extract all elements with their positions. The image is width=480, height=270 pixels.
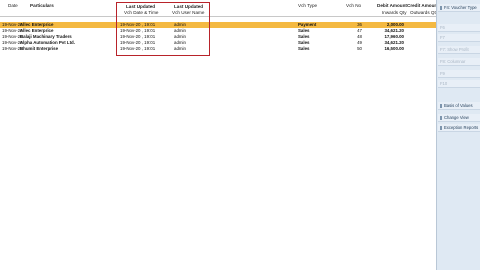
cell-particulars: Balaji Machinary Traders [20, 34, 72, 39]
columnar-button[interactable]: F8: Columnar [438, 58, 480, 66]
table-row[interactable]: 19-Nov-25 Bhumit Enterprise 19-Nov-20 , … [0, 46, 436, 52]
cell-debit: 16,500.00 [384, 46, 404, 51]
header-divider [0, 16, 436, 17]
table-row[interactable]: 19-Nov-20 Alpha Automation Pvt Ltd. 19-N… [0, 40, 436, 46]
f6-label: F6 [440, 25, 445, 30]
cell-particulars: Alpha Automation Pvt Ltd. [20, 40, 75, 45]
f9-label: F9 [440, 71, 445, 76]
cell-vch-no: 50 [357, 46, 362, 51]
cell-debit: 34,621.20 [384, 40, 404, 45]
cell-vch-no: 36 [357, 22, 362, 27]
button-marker-icon [440, 115, 442, 120]
header-inwards-qty: Inwards Qty [382, 10, 407, 15]
cell-particulars: Allec Enterprice [20, 28, 54, 33]
cell-vch-type: Sales [298, 28, 310, 33]
cell-vch-type: Sales [298, 46, 310, 51]
header-vch-no: Vch No [346, 3, 362, 8]
change-view-label: Change View [444, 115, 469, 120]
table-row[interactable]: 19-Nov-20 Balaji Machinary Traders 19-No… [0, 34, 436, 40]
cell-vch-type: Sales [298, 40, 310, 45]
voucher-type-button[interactable]: F4: Voucher Type [438, 4, 480, 12]
show-profit-label: F7: Show Profit [440, 47, 469, 52]
header-debit-amount: Debit Amount [377, 3, 407, 8]
header-vch-type: Vch Type [298, 3, 318, 8]
highlight-box [116, 2, 210, 56]
header-outwards-qty: Outwards Qty [410, 10, 439, 15]
button-marker-icon [440, 5, 442, 10]
cell-particulars: Allec Enterprice [20, 22, 54, 27]
f7-label: F7 [440, 35, 445, 40]
exception-reports-button[interactable]: Exception Reports [438, 124, 480, 132]
header-date: Date [8, 3, 18, 8]
f6-button[interactable]: F6 [438, 24, 480, 32]
button-marker-icon [440, 103, 442, 108]
table-row[interactable]: 19-Nov-20 Allec Enterprice 19-Nov-20 , 1… [0, 22, 436, 28]
cell-vch-type: Sales [298, 34, 310, 39]
button-bar: F4: Voucher Type F6 F7 F7: Show Profit F… [436, 0, 480, 270]
exception-reports-label: Exception Reports [444, 125, 479, 130]
cell-vch-no: 47 [357, 28, 362, 33]
basis-of-values-label: Basis of Values [444, 103, 473, 108]
f10-button[interactable]: F10 [438, 80, 480, 88]
f7-button[interactable]: F7 [438, 34, 480, 42]
button-marker-icon [440, 125, 442, 130]
cell-vch-no: 48 [357, 34, 362, 39]
table-row[interactable]: 19-Nov-20 Allec Enterprice 19-Nov-20 , 1… [0, 28, 436, 34]
cell-debit: 34,621.20 [384, 28, 404, 33]
change-view-button[interactable]: Change View [438, 114, 480, 122]
show-profit-button[interactable]: F7: Show Profit [438, 46, 480, 54]
basis-of-values-button[interactable]: Basis of Values [438, 102, 480, 110]
voucher-type-label: F4: Voucher Type [444, 5, 477, 10]
header-credit-amount: Credit Amount [407, 3, 439, 8]
f10-label: F10 [440, 81, 448, 86]
f9-button[interactable]: F9 [438, 70, 480, 78]
daybook-report: Date Particulars Last Updated Vch Date &… [0, 0, 439, 270]
cell-particulars: Bhumit Enterprise [20, 46, 59, 51]
header-particulars: Particulars [30, 3, 54, 8]
cell-debit: 2,000.00 [386, 22, 404, 27]
cell-vch-no: 49 [357, 40, 362, 45]
cell-vch-type: Payment [298, 22, 317, 27]
cell-debit: 17,960.00 [384, 34, 404, 39]
columnar-label: F8: Columnar [440, 59, 466, 64]
